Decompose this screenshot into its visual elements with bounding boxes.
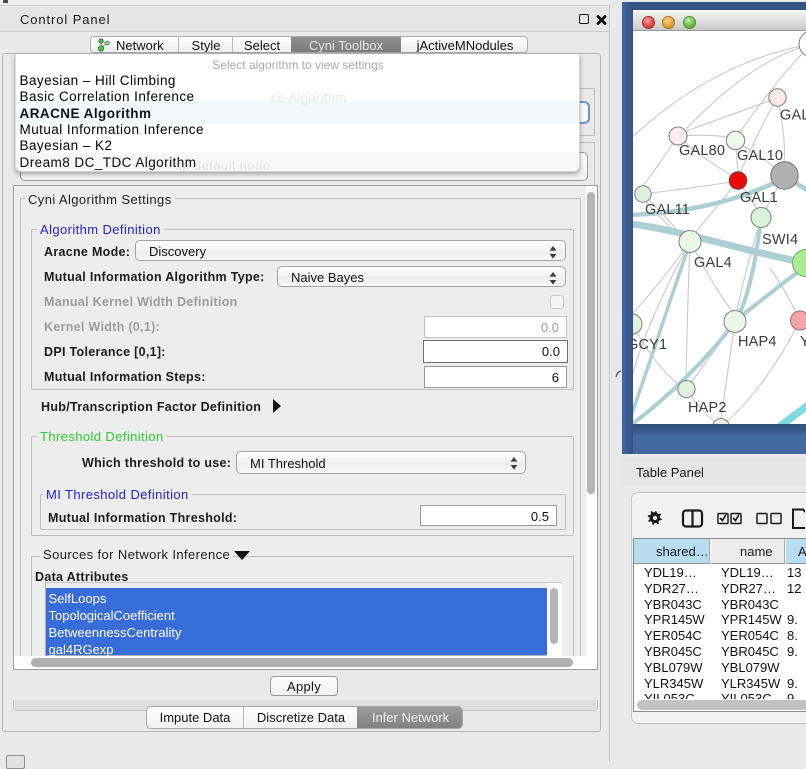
svg-text:GCY1: GCY1 bbox=[633, 337, 667, 353]
svg-text:GAL80: GAL80 bbox=[679, 143, 725, 159]
svg-text:GAL: GAL bbox=[780, 108, 806, 124]
svg-text:Y: Y bbox=[800, 334, 806, 350]
svg-text:GAL4: GAL4 bbox=[694, 255, 732, 271]
svg-text:GAL1: GAL1 bbox=[740, 190, 778, 206]
svg-text:HAP4: HAP4 bbox=[738, 334, 777, 350]
svg-text:SWI4: SWI4 bbox=[762, 232, 798, 248]
svg-text:HAP2: HAP2 bbox=[688, 400, 727, 416]
svg-text:GAL10: GAL10 bbox=[737, 148, 783, 164]
svg-text:GAL11: GAL11 bbox=[645, 202, 690, 218]
